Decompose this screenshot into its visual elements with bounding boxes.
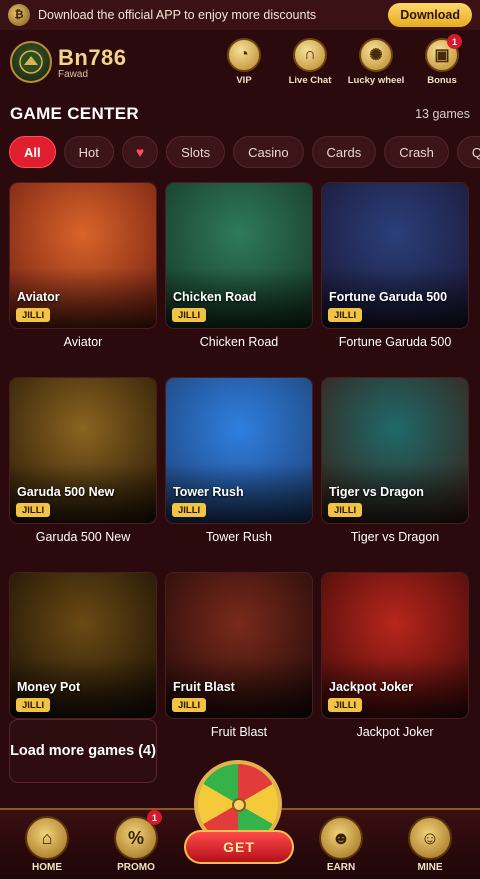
bottom-nav-label: PROMO [117,862,155,873]
brand-logo-icon: ₿ [8,4,30,26]
lucky-wheel-widget[interactable]: GET [184,760,294,870]
wheel-hub [232,798,246,812]
brand-name: Bn786 [58,44,127,70]
game-name: Fortune Garuda 500 [338,335,452,349]
game-title-overlay: Jackpot Joker [329,680,414,694]
crown-icon: ◔ [227,38,261,72]
game-card[interactable]: Garuda 500 New JILLI Garuda 500 New [9,377,157,544]
home-icon: ⌂ [25,816,69,860]
bottom-nav-label: EARN [326,862,356,873]
game-name: Fruit Blast [210,725,268,739]
people-icon: ☻ [319,816,363,860]
notification-badge: 1 [147,810,162,825]
nav-item-bonus[interactable]: ▣ Bonus 1 [414,34,470,86]
game-title-overlay: Money Pot [17,680,81,694]
filter-hot[interactable]: Hot [63,136,114,168]
game-grid: Aviator JILLI Aviator Chicken Road JILLI Chic… [9,182,471,739]
game-thumbnail[interactable]: Jackpot Joker JILLI [321,572,469,719]
game-name: Jackpot Joker [356,725,434,739]
game-thumbnail[interactable]: Fruit Blast JILLI [165,572,313,719]
brand-block: Bn786 Fawad [58,45,127,80]
game-thumbnail[interactable]: Tiger vs Dragon JILLI [321,377,469,524]
game-card[interactable]: Tiger vs Dragon JILLI Tiger vs Dragon [321,377,469,544]
game-thumbnail[interactable]: Tower Rush JILLI [165,377,313,524]
nav-item-vip[interactable]: ◔ VIP [216,38,272,86]
game-title-overlay: Garuda 500 New [17,485,115,499]
filter-cards[interactable]: Cards [311,136,377,168]
avatar[interactable] [10,41,52,83]
game-card[interactable]: Money Pot JILLIMoney Pot [9,572,157,739]
app-download-banner: ₿ Download the official APP to enjoy mor… [0,0,480,30]
games-count: 13 games [415,107,470,121]
get-button[interactable]: GET [184,830,294,864]
provider-badge: JILLI [328,698,363,712]
game-card[interactable]: Chicken Road JILLI Chicken Road [165,182,313,349]
bottom-nav-mine[interactable]: ☺ MINE [400,816,460,873]
banner-message: Download the official APP to enjoy more … [38,8,317,22]
filter-slots[interactable]: Slots [166,136,226,168]
game-title-overlay: Tower Rush [173,485,244,499]
provider-badge: JILLI [16,503,51,517]
wheel-icon: ✺ [359,38,393,72]
header: Bn786 Fawad ◔ VIP ∩ Live Chat ✺ Lucky wheel ▣ B… [0,32,480,92]
provider-badge: JILLI [16,308,51,322]
provider-badge: JILLI [172,308,207,322]
filter-all[interactable]: All [9,136,56,168]
top-nav: ◔ VIP ∩ Live Chat ✺ Lucky wheel ▣ Bonus 1 [216,34,470,86]
game-card[interactable]: Jackpot Joker JILLI Jackpot Joker [321,572,469,739]
nav-item-label: Bonus [427,75,457,86]
provider-badge: JILLI [172,698,207,712]
notification-badge: 1 [447,34,462,49]
game-card[interactable]: Fortune Garuda 500 JILLI Fortune Garuda 50… [321,182,469,349]
game-center-header: GAME CENTER 13 games [10,104,470,124]
load-more-button[interactable]: Load more games (4) [9,719,157,783]
nav-item-live-chat[interactable]: ∩ Live Chat [282,38,338,86]
bottom-nav-label: MINE [417,862,443,873]
user-icon: ☺ [408,816,452,860]
game-thumbnail[interactable]: Chicken Road JILLI [165,182,313,329]
game-title-overlay: Chicken Road [173,290,257,304]
nav-item-label: VIP [236,75,252,86]
game-card[interactable]: Fruit Blast JILLI Fruit Blast [165,572,313,739]
game-thumbnail[interactable]: Money Pot JILLI [9,572,157,719]
game-card[interactable]: Tower Rush JILLI Tower Rush [165,377,313,544]
game-title-overlay: Aviator [17,290,60,304]
bottom-nav-earn[interactable]: ☻ EARN [311,816,371,873]
game-name: Aviator [63,335,103,349]
download-button[interactable]: Download [388,3,472,27]
game-thumbnail[interactable]: Garuda 500 New JILLI [9,377,157,524]
game-name: Tower Rush [206,530,272,544]
provider-badge: JILLI [16,698,51,712]
category-filters: AllHot♥SlotsCasinoCardsCrash Quic [9,136,480,168]
page-title: GAME CENTER [10,104,139,123]
bottom-nav-label: HOME [32,862,62,873]
game-name: Tiger vs Dragon [350,530,440,544]
game-title-overlay: Fortune Garuda 500 [329,290,448,304]
bottom-nav-home[interactable]: ⌂ HOME [17,816,77,873]
provider-badge: JILLI [328,503,363,517]
provider-badge: JILLI [328,308,363,322]
game-name: Garuda 500 New [35,530,131,544]
nav-item-label: Live Chat [288,75,332,86]
bottom-nav-promo[interactable]: % PROMO 1 [106,810,166,873]
filter-crash[interactable]: Crash [384,136,449,168]
filter-casino[interactable]: Casino [233,136,304,168]
game-card[interactable]: Aviator JILLI Aviator [9,182,157,349]
nav-item-label: Lucky wheel [347,75,405,86]
crest-icon [19,50,43,74]
game-thumbnail[interactable]: Fortune Garuda 500 JILLI [321,182,469,329]
filter-favorites[interactable]: ♥ [121,136,159,168]
game-title-overlay: Tiger vs Dragon [329,485,424,499]
game-title-overlay: Fruit Blast [173,680,235,694]
nav-item-lucky-wheel[interactable]: ✺ Lucky wheel [348,38,404,86]
headset-icon: ∩ [293,38,327,72]
game-name: Chicken Road [199,335,279,349]
game-thumbnail[interactable]: Aviator JILLI [9,182,157,329]
filter-quic[interactable]: Quic [456,136,480,168]
provider-badge: JILLI [172,503,207,517]
